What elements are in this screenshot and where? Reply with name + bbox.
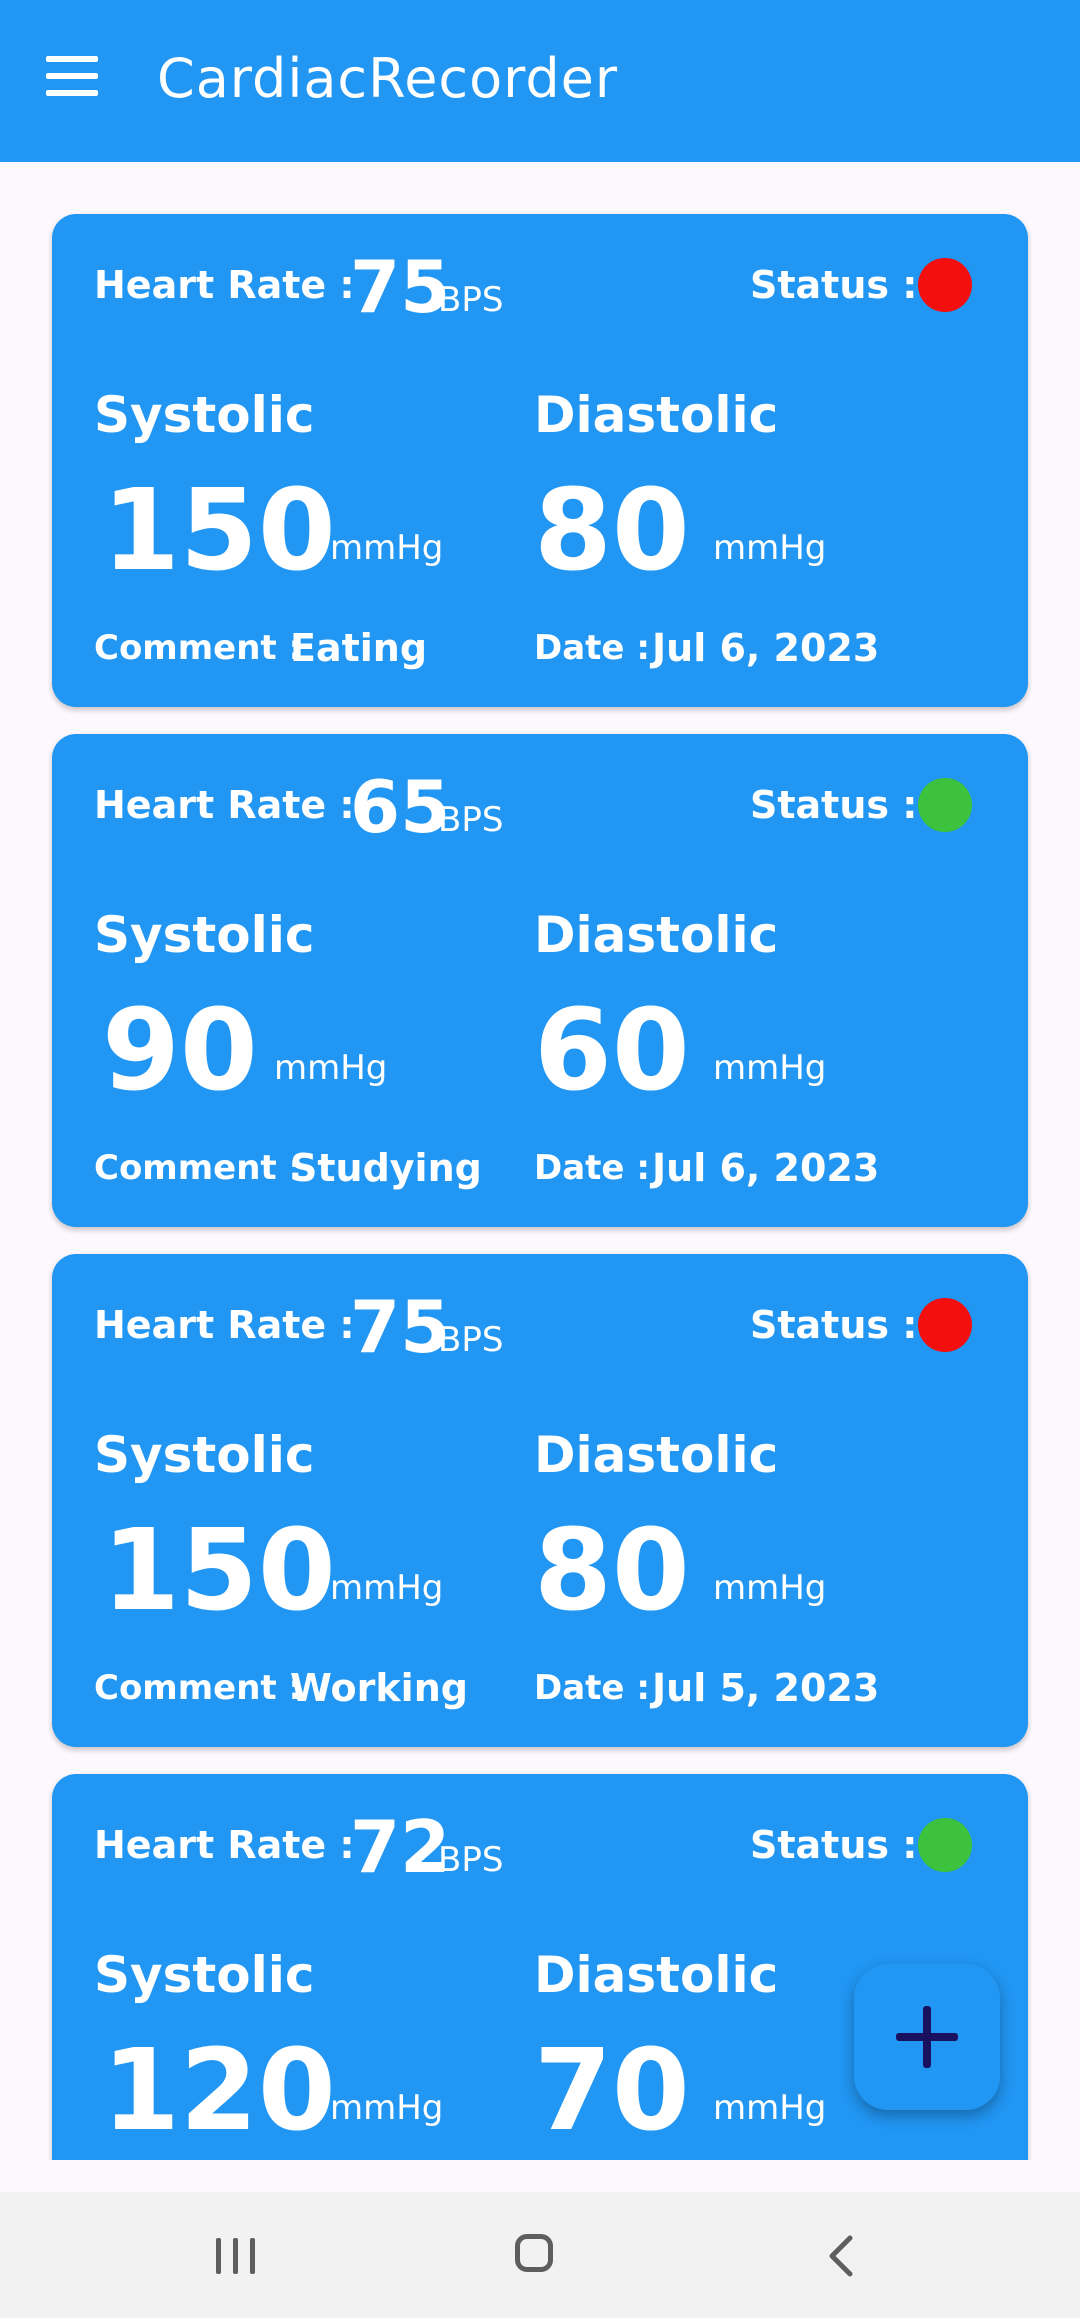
add-record-button[interactable]	[854, 1964, 1000, 2110]
date-label: Date :	[534, 1668, 650, 1708]
date-label: Date :	[534, 628, 650, 668]
date-label: Date :	[534, 1148, 650, 1188]
comment-label: Comment :	[94, 1148, 303, 1188]
record-card[interactable]: Heart Rate : 65 BPS Status : Systolic Di…	[52, 734, 1028, 1227]
heart-rate-unit: BPS	[438, 280, 504, 320]
status-indicator	[918, 1298, 972, 1352]
records-list[interactable]: Heart Rate : 75 BPS Status : Systolic Di…	[0, 162, 1080, 2160]
heart-rate-label: Heart Rate :	[94, 1823, 355, 1867]
comment-value: Studying	[290, 1146, 482, 1190]
heart-rate-label: Heart Rate :	[94, 1303, 355, 1347]
app-bar: CardiacRecorder	[0, 0, 1080, 162]
heart-rate-label: Heart Rate :	[94, 263, 355, 307]
status-indicator	[918, 778, 972, 832]
diastolic-value: 80	[534, 1506, 690, 1636]
record-card[interactable]: Heart Rate : 75 BPS Status : Systolic Di…	[52, 214, 1028, 707]
systolic-label: Systolic	[94, 386, 315, 444]
systolic-value: 150	[102, 1506, 336, 1636]
heart-rate-unit: BPS	[438, 800, 504, 840]
status-label: Status :	[750, 263, 918, 307]
heart-rate-value: 72	[350, 1805, 451, 1889]
diastolic-unit: mmHg	[713, 2088, 827, 2128]
diastolic-label: Diastolic	[534, 1946, 779, 2004]
comment-value: Working	[290, 1666, 468, 1710]
heart-rate-value: 75	[350, 245, 451, 329]
status-indicator	[918, 1818, 972, 1872]
diastolic-label: Diastolic	[534, 386, 779, 444]
diastolic-value: 60	[534, 986, 690, 1116]
diastolic-unit: mmHg	[713, 1568, 827, 1608]
systolic-label: Systolic	[94, 1426, 315, 1484]
hamburger-menu-icon[interactable]	[46, 56, 98, 96]
systolic-value: 90	[102, 986, 258, 1116]
comment-value: Eating	[290, 626, 428, 670]
heart-rate-value: 75	[350, 1285, 451, 1369]
systolic-unit: mmHg	[330, 2088, 444, 2128]
diastolic-unit: mmHg	[713, 1048, 827, 1088]
heart-rate-label: Heart Rate :	[94, 783, 355, 827]
record-card[interactable]: Heart Rate : 75 BPS Status : Systolic Di…	[52, 1254, 1028, 1747]
app-title: CardiacRecorder	[157, 47, 619, 110]
date-value: Jul 6, 2023	[652, 1146, 880, 1190]
status-label: Status :	[750, 1303, 918, 1347]
back-icon[interactable]	[822, 2234, 862, 2278]
systolic-unit: mmHg	[274, 1048, 388, 1088]
date-value: Jul 5, 2023	[652, 1666, 880, 1710]
diastolic-label: Diastolic	[534, 906, 779, 964]
systolic-unit: mmHg	[330, 528, 444, 568]
system-nav-bar	[0, 2192, 1080, 2318]
systolic-value: 120	[102, 2026, 336, 2156]
date-value: Jul 6, 2023	[652, 626, 880, 670]
systolic-value: 150	[102, 466, 336, 596]
comment-label: Comment :	[94, 1668, 303, 1708]
status-label: Status :	[750, 783, 918, 827]
systolic-label: Systolic	[94, 1946, 315, 2004]
heart-rate-unit: BPS	[438, 1840, 504, 1880]
status-indicator	[918, 258, 972, 312]
heart-rate-unit: BPS	[438, 1320, 504, 1360]
diastolic-value: 70	[534, 2026, 690, 2156]
diastolic-unit: mmHg	[713, 528, 827, 568]
systolic-label: Systolic	[94, 906, 315, 964]
heart-rate-value: 65	[350, 765, 451, 849]
recents-icon[interactable]	[214, 2236, 258, 2276]
status-label: Status :	[750, 1823, 918, 1867]
systolic-unit: mmHg	[330, 1568, 444, 1608]
diastolic-label: Diastolic	[534, 1426, 779, 1484]
home-icon[interactable]	[515, 2234, 553, 2272]
diastolic-value: 80	[534, 466, 690, 596]
comment-label: Comment :	[94, 628, 303, 668]
